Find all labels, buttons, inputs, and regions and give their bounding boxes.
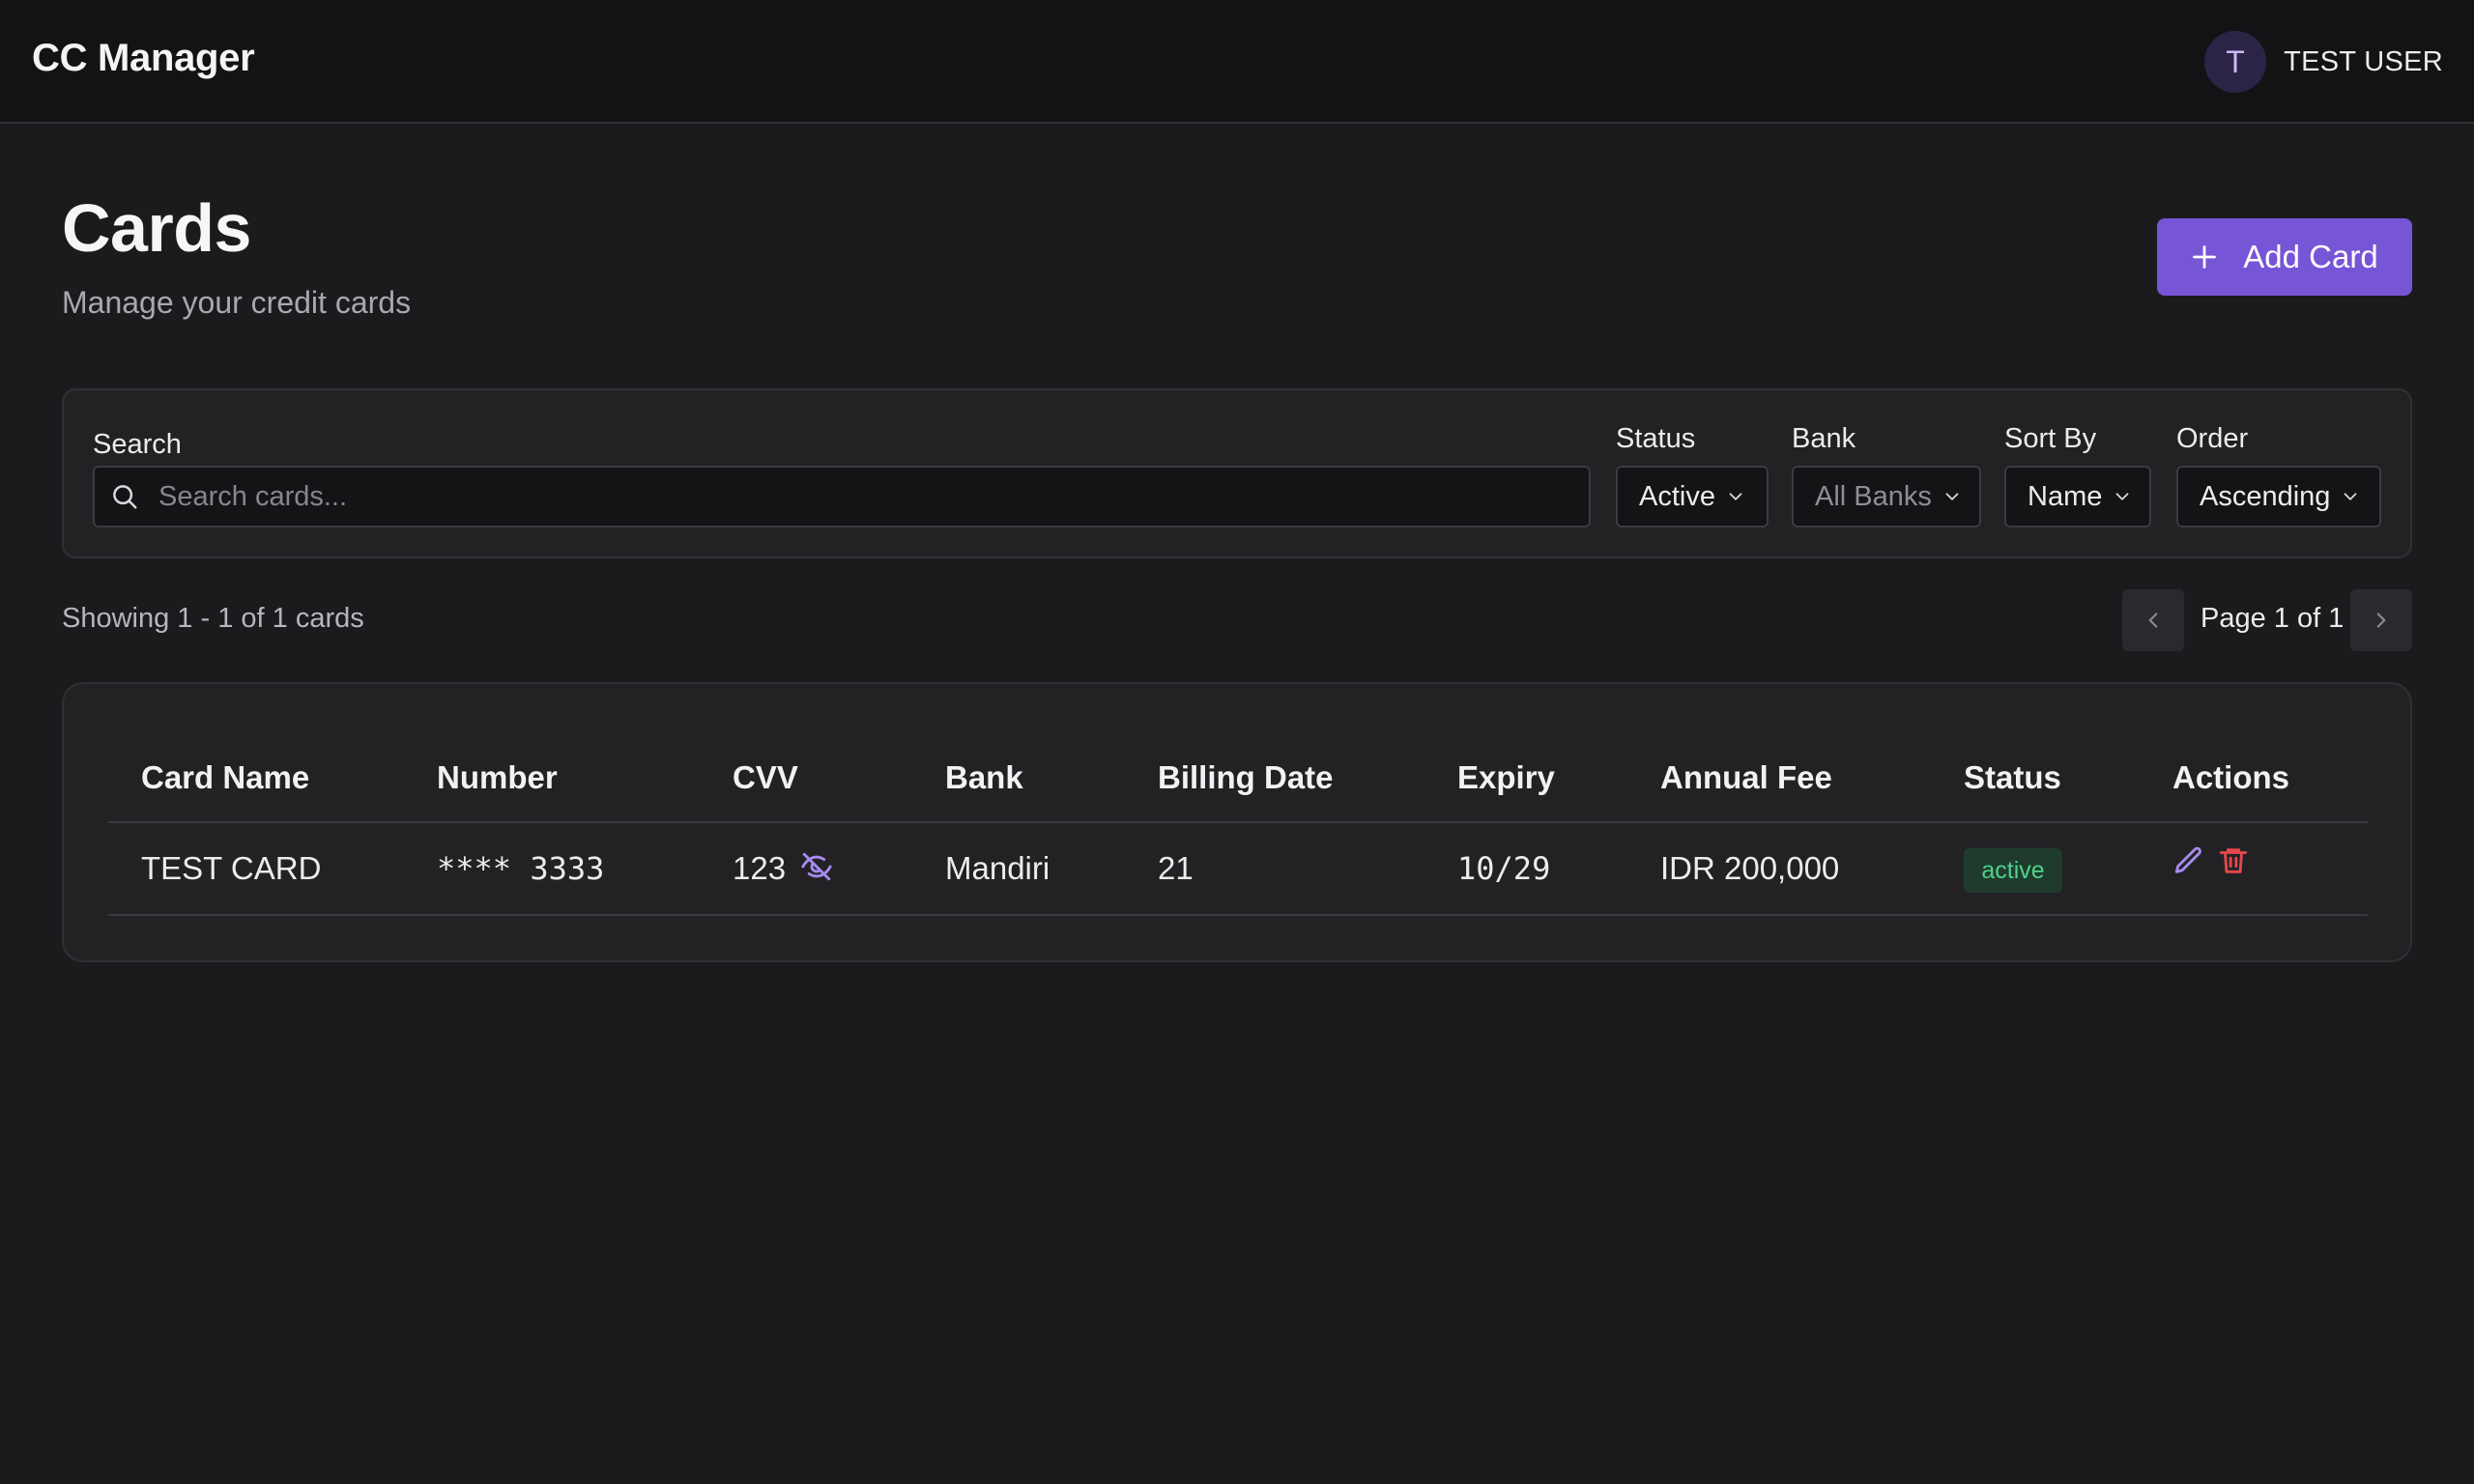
card-number-cell: **** 3333 — [437, 850, 605, 887]
column-header-bank[interactable]: Bank — [945, 759, 1023, 796]
row-divider — [108, 914, 2368, 916]
status-badge: active — [1964, 848, 2062, 893]
column-header-card-name[interactable]: Card Name — [141, 759, 309, 796]
column-header-expiry[interactable]: Expiry — [1457, 759, 1555, 796]
add-card-label: Add Card — [2243, 239, 2378, 274]
sort-by-select[interactable]: Name — [2004, 466, 2151, 528]
search-icon — [113, 485, 137, 509]
trash-icon[interactable] — [2217, 844, 2250, 877]
top-bar: CC Manager T TEST USER — [0, 0, 2474, 124]
chevron-down-icon — [2115, 493, 2129, 500]
page-subtitle: Manage your credit cards — [62, 285, 412, 320]
column-header-billing-date[interactable]: Billing Date — [1158, 759, 1334, 796]
header-divider — [108, 821, 2368, 823]
filter-panel: Search Status Active Bank All Banks Sort… — [62, 388, 2412, 558]
bank-select-value: All Banks — [1815, 480, 1932, 512]
order-label: Order — [2176, 423, 2249, 454]
expiry-cell: 10/29 — [1457, 850, 1551, 887]
page-title: Cards — [62, 190, 251, 266]
cards-table: Card Name Number CVV Bank Billing Date E… — [62, 682, 2412, 962]
cvv-cell: 123 — [733, 850, 787, 886]
search-input[interactable] — [157, 479, 1552, 514]
column-header-annual-fee[interactable]: Annual Fee — [1660, 759, 1832, 796]
plus-icon — [2193, 245, 2217, 269]
eye-off-icon[interactable] — [800, 850, 833, 883]
status-select-value: Active — [1639, 480, 1715, 512]
search-label: Search — [93, 429, 182, 460]
chevron-left-icon — [2148, 613, 2158, 628]
chevron-down-icon — [1945, 493, 1959, 500]
search-box[interactable] — [93, 466, 1591, 528]
chevron-right-icon — [2376, 613, 2386, 628]
prev-page-button[interactable] — [2122, 589, 2184, 651]
status-filter-label: Status — [1616, 423, 1696, 454]
avatar[interactable]: T — [2204, 31, 2267, 93]
add-card-button[interactable]: Add Card — [2157, 218, 2412, 296]
billing-date-cell: 21 — [1158, 850, 1194, 886]
next-page-button[interactable] — [2350, 589, 2412, 651]
order-value: Ascending — [2200, 480, 2331, 512]
bank-filter-label: Bank — [1792, 423, 1856, 454]
pencil-icon[interactable] — [2172, 844, 2205, 877]
order-select[interactable]: Ascending — [2176, 466, 2381, 528]
column-header-actions: Actions — [2172, 759, 2290, 795]
sort-by-value: Name — [2028, 480, 2103, 512]
user-name: TEST USER — [2284, 45, 2443, 77]
app-title: CC Manager — [32, 37, 255, 79]
status-select[interactable]: Active — [1616, 466, 1769, 528]
bank-cell: Mandiri — [945, 850, 1050, 886]
sort-by-label: Sort By — [2004, 423, 2097, 454]
annual-fee-cell: IDR 200,000 — [1660, 850, 1840, 886]
user-menu[interactable]: T TEST USER — [2204, 31, 2443, 93]
column-header-number[interactable]: Number — [437, 759, 558, 796]
column-header-cvv[interactable]: CVV — [733, 759, 798, 796]
chevron-down-icon — [1729, 493, 1742, 500]
page-indicator: Page 1 of 1 — [2201, 603, 2345, 634]
card-name-cell: TEST CARD — [141, 850, 322, 886]
column-header-status[interactable]: Status — [1964, 759, 2061, 796]
results-count: Showing 1 - 1 of 1 cards — [62, 603, 364, 634]
bank-select[interactable]: All Banks — [1792, 466, 1981, 528]
chevron-down-icon — [2345, 493, 2357, 500]
